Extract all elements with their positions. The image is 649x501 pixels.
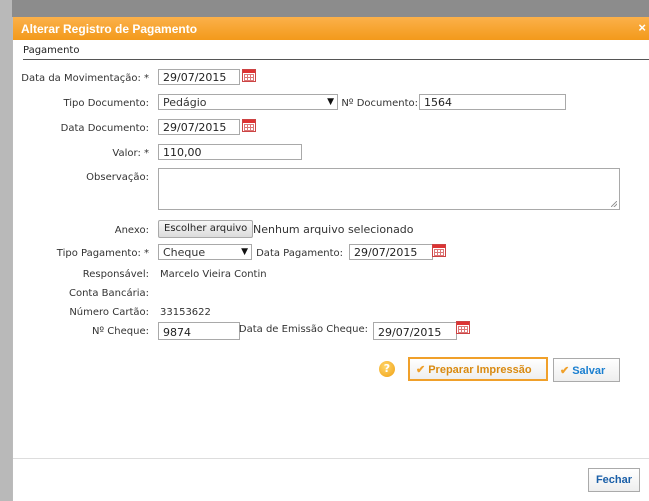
numero-cheque-input[interactable]: 9874 (158, 322, 240, 340)
numero-documento-input[interactable]: 1564 (419, 94, 566, 110)
numero-documento-label: Nº Documento: (341, 98, 418, 109)
calendar-icon[interactable] (456, 321, 470, 334)
dialog-titlebar: Alterar Registro de Pagamento × (13, 17, 649, 40)
dropdown-arrow-icon: ▼ (241, 247, 248, 257)
dialog-title: Alterar Registro de Pagamento (21, 22, 198, 36)
save-button[interactable]: ✔ Salvar (553, 358, 620, 382)
calendar-icon[interactable] (242, 69, 256, 82)
choose-file-button[interactable]: Escolher arquivo (158, 220, 254, 238)
anexo-label: Anexo: (114, 225, 149, 236)
data-emissao-cheque-label: Data de Emissão Cheque: (238, 324, 368, 335)
data-pagamento-label: Data Pagamento: (256, 248, 343, 259)
data-movimentacao-label: Data da Movimentação: * (21, 73, 149, 84)
background-page (0, 0, 12, 501)
file-status: Nenhum arquivo selecionado (253, 223, 414, 236)
help-icon[interactable]: ? (379, 361, 395, 377)
numero-cheque-label: Nº Cheque: (91, 326, 149, 337)
payment-dialog: Alterar Registro de Pagamento × Pagament… (12, 17, 649, 501)
tipo-documento-select[interactable]: Pedágio ▼ (158, 94, 338, 110)
data-pagamento-input[interactable]: 29/07/2015 (349, 244, 433, 260)
observacao-label: Observação: (86, 172, 149, 183)
conta-bancaria-label: Conta Bancária: (68, 288, 149, 299)
tipo-documento-label: Tipo Documento: (63, 98, 149, 109)
observacao-textarea[interactable] (158, 168, 620, 210)
data-movimentacao-input[interactable]: 29/07/2015 (158, 69, 240, 85)
responsavel-label: Responsável: (82, 269, 149, 280)
valor-label: Valor: * (112, 148, 149, 159)
tipo-pagamento-label: Tipo Pagamento: * (56, 248, 149, 259)
section-title: Pagamento (23, 45, 649, 60)
prepare-print-label: Preparar Impressão (428, 364, 532, 376)
fechar-button[interactable]: Fechar (588, 468, 640, 492)
resize-grip-icon[interactable] (611, 201, 617, 207)
check-icon: ✔ (560, 365, 570, 377)
numero-cartao-value: 33153622 (160, 307, 211, 318)
tipo-pagamento-value: Cheque (163, 246, 206, 259)
data-documento-input[interactable]: 29/07/2015 (158, 119, 240, 135)
numero-cartao-label: Número Cartão: (69, 307, 149, 318)
calendar-icon[interactable] (432, 244, 446, 257)
check-icon: ✔ (416, 364, 426, 376)
data-emissao-cheque-input[interactable]: 29/07/2015 (373, 322, 457, 340)
responsavel-value: Marcelo Vieira Contin (160, 269, 267, 280)
prepare-print-button[interactable]: ✔ Preparar Impressão (408, 357, 548, 381)
dropdown-arrow-icon: ▼ (327, 97, 334, 107)
close-icon[interactable]: × (638, 20, 646, 35)
calendar-icon[interactable] (242, 119, 256, 132)
tipo-documento-value: Pedágio (163, 96, 207, 109)
save-label: Salvar (572, 365, 606, 377)
valor-input[interactable]: 110,00 (158, 144, 302, 160)
data-documento-label: Data Documento: (60, 123, 149, 134)
tipo-pagamento-select[interactable]: Cheque ▼ (158, 244, 252, 260)
footer-divider (13, 458, 649, 459)
